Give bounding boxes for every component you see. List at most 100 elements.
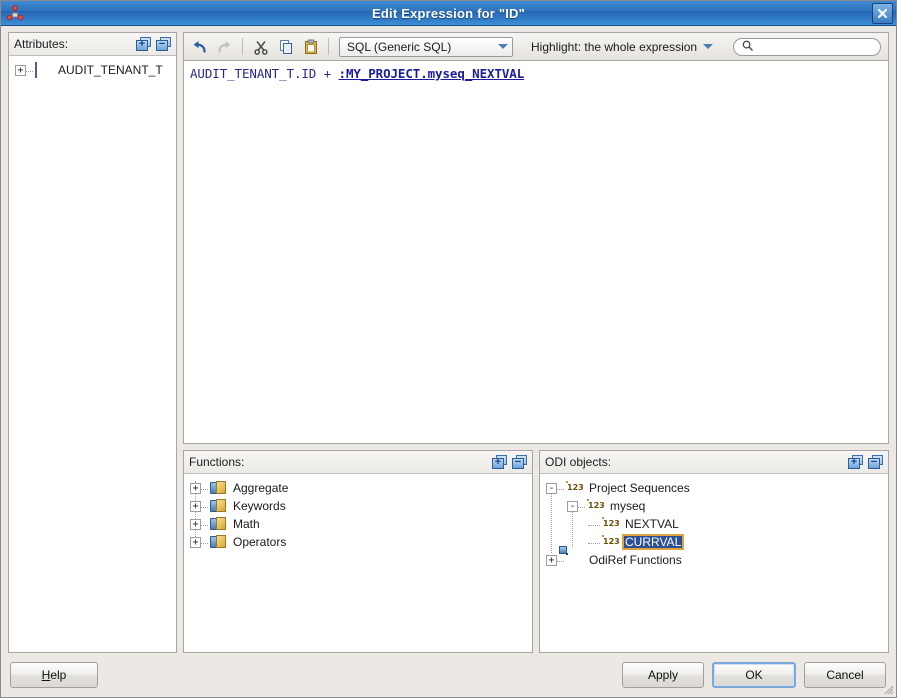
- attributes-column: Attributes: + − + AUDIT_TENANT_T: [8, 32, 177, 653]
- cut-scissors-icon[interactable]: [250, 36, 271, 57]
- help-label-rest: elp: [50, 668, 67, 682]
- highlight-select[interactable]: Highlight: the whole expression: [527, 37, 717, 57]
- odi-objects-tree: - 123 Project Sequences - 123 myseq 123 …: [542, 477, 886, 569]
- tree-node-label-selected: CURRVAL: [621, 534, 685, 550]
- tree-node-label: myseq: [610, 499, 646, 513]
- functions-panel: Functions: + − + Aggregate + Keywords + …: [183, 450, 533, 653]
- tree-node-label: AUDIT_TENANT_T: [58, 63, 163, 77]
- window-title: Edit Expression for "ID": [372, 5, 525, 21]
- expand-all-icon[interactable]: +: [136, 37, 151, 51]
- list-item[interactable]: + Operators: [190, 533, 530, 551]
- title-bar: Edit Expression for "ID": [1, 1, 896, 26]
- cancel-label: Cancel: [826, 668, 864, 682]
- tree-connector: [201, 542, 208, 544]
- tree-node-label: Project Sequences: [589, 481, 690, 495]
- functions-panel-header: Functions: + −: [184, 451, 532, 474]
- tree-connector: [201, 506, 208, 508]
- tree-connector: [201, 524, 208, 526]
- attributes-panel: Attributes: + − + AUDIT_TENANT_T: [8, 32, 177, 653]
- expression-text[interactable]: AUDIT_TENANT_T.ID + :MY_PROJECT.myseq_NE…: [184, 61, 888, 87]
- list-item[interactable]: 123 CURRVAL: [546, 533, 886, 551]
- bottom-panels: Functions: + − + Aggregate + Keywords + …: [183, 450, 889, 653]
- sequence-icon: 123: [602, 516, 620, 528]
- functions-tree: + Aggregate + Keywords + Math + Operator…: [186, 477, 530, 551]
- tree-node-label: OdiRef Functions: [589, 553, 682, 567]
- function-icon: [210, 480, 227, 496]
- list-item[interactable]: + Keywords: [190, 497, 530, 515]
- odiref-icon: [559, 545, 583, 568]
- expression-node-icon: [6, 4, 24, 22]
- tree-connector: [588, 524, 600, 526]
- help-button[interactable]: Help: [10, 662, 98, 688]
- tree-connector: [578, 506, 585, 508]
- search-icon: [742, 40, 753, 54]
- tree-collapse-toggle[interactable]: -: [546, 482, 557, 494]
- expression-plain-part: AUDIT_TENANT_T.ID +: [190, 66, 339, 81]
- tree-expand-toggle[interactable]: +: [15, 64, 26, 76]
- expand-all-icon[interactable]: +: [848, 455, 863, 469]
- edit-expression-dialog: Edit Expression for "ID" Attributes: + −: [0, 0, 897, 698]
- apply-button[interactable]: Apply: [622, 662, 704, 688]
- function-icon: [210, 534, 227, 550]
- expression-toolbar: SQL (Generic SQL) Highlight: the whole e…: [183, 32, 889, 60]
- collapse-all-icon[interactable]: −: [156, 37, 171, 51]
- tree-collapse-toggle[interactable]: -: [567, 500, 578, 512]
- close-icon[interactable]: [872, 2, 893, 24]
- function-icon: [210, 516, 227, 532]
- collapse-all-icon[interactable]: −: [868, 455, 883, 469]
- paste-icon[interactable]: [300, 36, 321, 57]
- language-select-value: SQL (Generic SQL): [347, 39, 452, 54]
- search-field[interactable]: [733, 37, 882, 56]
- tree-expand-toggle[interactable]: +: [190, 482, 201, 494]
- chevron-down-icon-2: [703, 44, 714, 49]
- tree-expand-toggle[interactable]: +: [190, 518, 201, 530]
- functions-panel-body: + Aggregate + Keywords + Math + Operator…: [184, 474, 532, 652]
- list-item[interactable]: - 123 Project Sequences: [546, 479, 886, 497]
- editor-column: SQL (Generic SQL) Highlight: the whole e…: [183, 32, 889, 653]
- tree-expand-toggle[interactable]: +: [190, 536, 201, 548]
- undo-icon[interactable]: [189, 36, 210, 57]
- expression-reference-part: :MY_PROJECT.myseq_NEXTVAL: [338, 66, 525, 81]
- tree-expand-toggle[interactable]: +: [190, 500, 201, 512]
- copy-icon[interactable]: [275, 36, 296, 57]
- attributes-tree: + AUDIT_TENANT_T: [11, 59, 174, 79]
- tree-connector: [557, 488, 564, 490]
- apply-label: Apply: [647, 668, 679, 682]
- list-item[interactable]: + Aggregate: [190, 479, 530, 497]
- search-input[interactable]: [758, 40, 873, 53]
- tree-node-label: Aggregate: [233, 481, 289, 495]
- tree-node-audit-tenant-t[interactable]: + AUDIT_TENANT_T: [15, 61, 174, 79]
- list-item[interactable]: + OdiRef Functions: [546, 545, 886, 569]
- language-select[interactable]: SQL (Generic SQL): [339, 36, 513, 57]
- list-item[interactable]: 123 NEXTVAL: [546, 515, 886, 533]
- highlight-select-value: Highlight: the whole expression: [531, 39, 698, 54]
- odi-objects-panel-body: - 123 Project Sequences - 123 myseq 123 …: [540, 474, 888, 652]
- resize-grip[interactable]: [881, 682, 894, 695]
- collapse-all-icon[interactable]: −: [512, 455, 527, 469]
- list-item[interactable]: + Math: [190, 515, 530, 533]
- sequence-icon: 123: [587, 498, 605, 510]
- functions-panel-title: Functions:: [189, 455, 245, 469]
- ok-button[interactable]: OK: [712, 662, 796, 688]
- tree-node-label: Keywords: [233, 499, 286, 513]
- odi-objects-panel: ODI objects: + − - 123 Project Sequences…: [539, 450, 889, 653]
- tree-connector: [588, 542, 600, 544]
- tree-connector: [201, 488, 208, 490]
- chevron-down-icon: [498, 44, 508, 49]
- expand-all-icon[interactable]: +: [492, 455, 507, 469]
- cancel-button[interactable]: Cancel: [804, 662, 886, 688]
- list-item[interactable]: - 123 myseq: [546, 497, 886, 515]
- tree-node-label: Math: [233, 517, 260, 531]
- redo-icon[interactable]: [214, 36, 235, 57]
- function-icon: [210, 498, 227, 514]
- odi-objects-panel-header: ODI objects: + −: [540, 451, 888, 474]
- tree-expand-toggle[interactable]: +: [546, 554, 557, 566]
- tree-connector: [557, 560, 564, 562]
- tree-connector: [26, 70, 33, 72]
- expression-editor[interactable]: AUDIT_TENANT_T.ID + :MY_PROJECT.myseq_NE…: [183, 60, 889, 444]
- attributes-panel-title: Attributes:: [14, 37, 69, 51]
- dialog-content: Attributes: + − + AUDIT_TENANT_T SQL (Ge…: [1, 26, 896, 653]
- sequence-icon: 123: [566, 480, 584, 492]
- table-icon: [35, 61, 52, 78]
- ok-label: OK: [745, 668, 763, 682]
